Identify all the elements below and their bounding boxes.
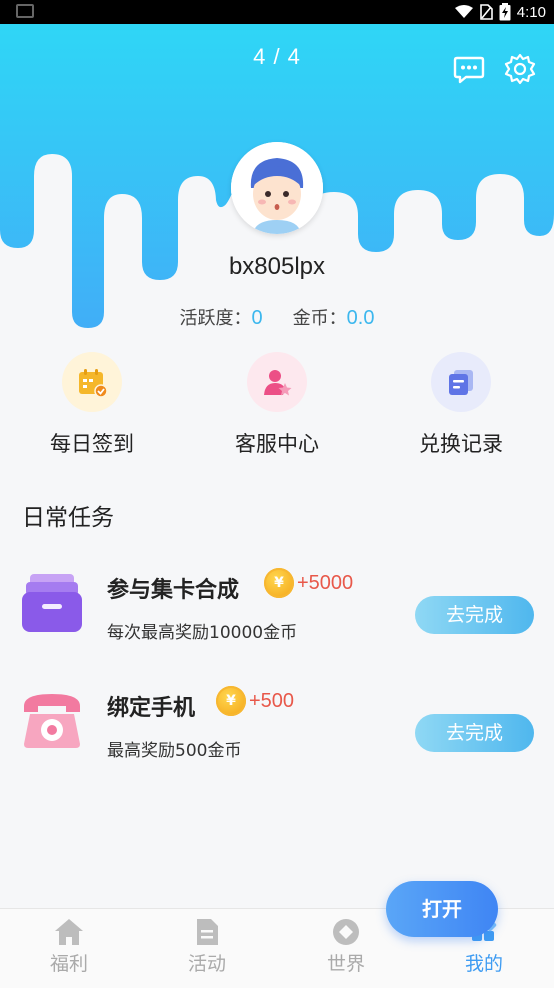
status-left-icons xyxy=(16,4,34,18)
task-reward: +500 xyxy=(249,690,295,712)
chat-bubble-icon[interactable] xyxy=(452,52,486,86)
world-icon xyxy=(333,919,359,945)
calendar-check-icon xyxy=(62,352,122,412)
daily-tasks-title: 日常任务 xyxy=(22,505,114,531)
quick-action-redeem-records[interactable]: 兑换记录 xyxy=(386,352,536,458)
quick-action-label: 客服中心 xyxy=(235,432,319,456)
battery-icon xyxy=(499,3,511,21)
quick-action-label: 每日签到 xyxy=(50,432,134,456)
tab-label: 我的 xyxy=(464,953,503,975)
tab-welfare[interactable]: 福利 xyxy=(19,917,119,976)
tab-label: 福利 xyxy=(49,953,88,975)
customer-service-icon xyxy=(247,352,307,412)
username: bx805lpx xyxy=(228,253,326,280)
tab-activity[interactable]: 活动 xyxy=(157,917,257,976)
avatar[interactable] xyxy=(231,142,323,234)
no-sim-icon xyxy=(479,4,493,20)
telephone-icon xyxy=(20,686,84,752)
notification-icon xyxy=(16,4,34,18)
profile-stats: 活跃度：0 金币：0.0 xyxy=(0,304,554,330)
quick-action-customer-service[interactable]: 客服中心 xyxy=(202,352,352,458)
task-description: 最高奖励500金币 xyxy=(107,741,242,761)
clock: 4:10 xyxy=(516,3,546,21)
quick-action-label: 兑换记录 xyxy=(419,432,503,456)
task-reward: +5000 xyxy=(297,572,354,594)
records-icon xyxy=(431,352,491,412)
task-item: 绑定手机 ¥ +500 最高奖励500金币 去完成 xyxy=(0,678,554,778)
tab-label: 世界 xyxy=(326,953,365,975)
coin-icon: ¥ xyxy=(264,568,294,598)
status-right: 4:10 xyxy=(454,3,546,21)
coins-label: 金币： xyxy=(292,308,347,329)
document-icon xyxy=(197,919,218,945)
tab-label: 活动 xyxy=(187,953,226,975)
coins-value: 0.0 xyxy=(346,307,375,329)
quick-actions: 每日签到 客服中心 兑换记录 xyxy=(0,352,554,462)
complete-task-button[interactable]: 去完成 xyxy=(415,714,534,752)
wifi-icon xyxy=(454,5,473,18)
task-item: 参与集卡合成 ¥ +5000 每次最高奖励10000金币 去完成 xyxy=(0,560,554,660)
open-button[interactable]: 打开 xyxy=(386,881,498,937)
gear-icon[interactable] xyxy=(503,52,537,86)
complete-task-button[interactable]: 去完成 xyxy=(415,596,534,634)
coin-icon: ¥ xyxy=(216,686,246,716)
activity-label: 活跃度： xyxy=(179,308,252,329)
activity-value: 0 xyxy=(251,307,263,329)
task-description: 每次最高奖励10000金币 xyxy=(107,623,298,643)
quick-action-daily-signin[interactable]: 每日签到 xyxy=(17,352,167,458)
task-name: 参与集卡合成 xyxy=(107,578,240,603)
status-bar: 4:10 xyxy=(0,0,554,24)
home-icon xyxy=(55,919,83,945)
card-box-icon xyxy=(20,568,84,634)
task-name: 绑定手机 xyxy=(107,696,196,721)
tab-world[interactable]: 世界 xyxy=(296,917,396,976)
